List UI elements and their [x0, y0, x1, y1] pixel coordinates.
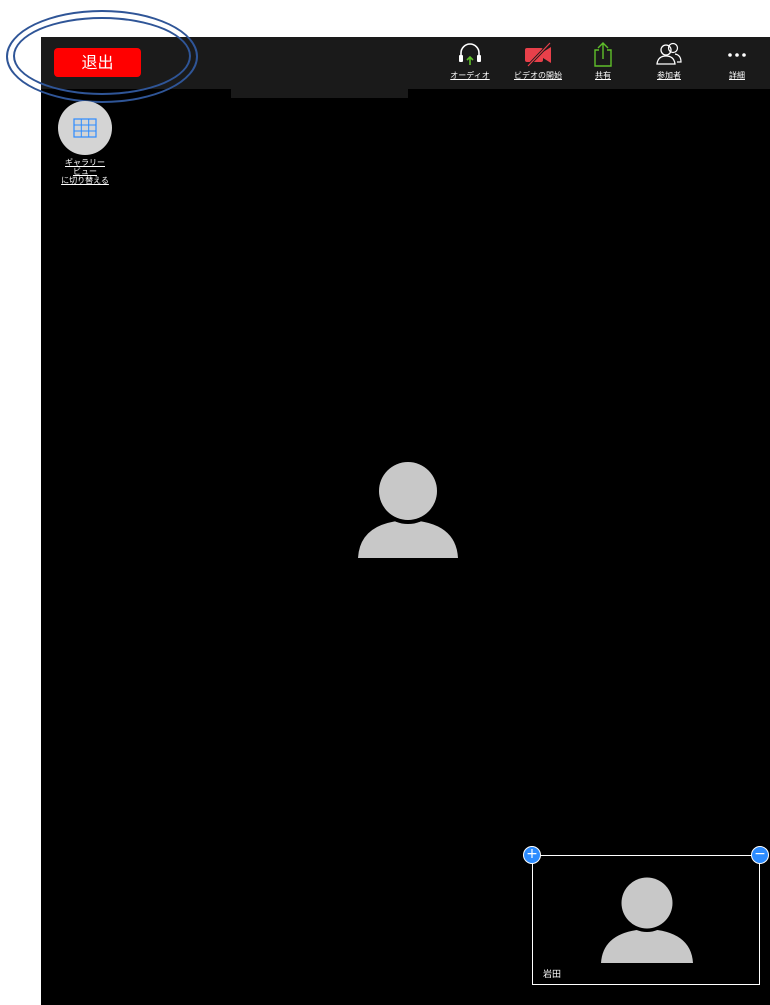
audio-button[interactable]: オーディオ: [442, 40, 498, 81]
start-video-label: ビデオの開始: [514, 71, 562, 80]
minimize-self-view-button[interactable]: −: [751, 846, 769, 864]
share-button[interactable]: 共有: [584, 40, 622, 81]
gallery-label-line1: ギャラリー: [65, 158, 105, 167]
gallery-view-button[interactable]: ギャラリー ビュー に切り替える: [57, 101, 113, 195]
highlight-ring-inner: [13, 17, 191, 95]
grid-icon: [73, 118, 97, 138]
participants-button[interactable]: 参加者: [648, 40, 690, 81]
start-video-button[interactable]: ビデオの開始: [506, 40, 570, 81]
more-label: 詳細: [729, 71, 745, 80]
avatar-icon: [358, 460, 458, 558]
expand-self-view-button[interactable]: +: [523, 846, 541, 864]
self-name-label: 岩田: [543, 970, 562, 980]
share-icon: [594, 42, 612, 67]
gallery-circle: [58, 101, 112, 155]
more-button[interactable]: 詳細: [722, 40, 752, 81]
participants-icon: [656, 42, 682, 65]
headphones-icon: [459, 43, 481, 65]
share-label: 共有: [595, 71, 611, 80]
avatar-icon: [601, 876, 693, 963]
audio-label: オーディオ: [450, 71, 490, 80]
more-dots-icon: [728, 53, 746, 57]
toolbar-tab: [231, 89, 408, 98]
video-off-icon: [525, 41, 552, 68]
participants-label: 参加者: [657, 71, 681, 80]
self-view-window[interactable]: 岩田: [532, 855, 760, 985]
gallery-label-line3: に切り替える: [61, 176, 109, 185]
gallery-label-line2: ビュー: [73, 167, 97, 176]
